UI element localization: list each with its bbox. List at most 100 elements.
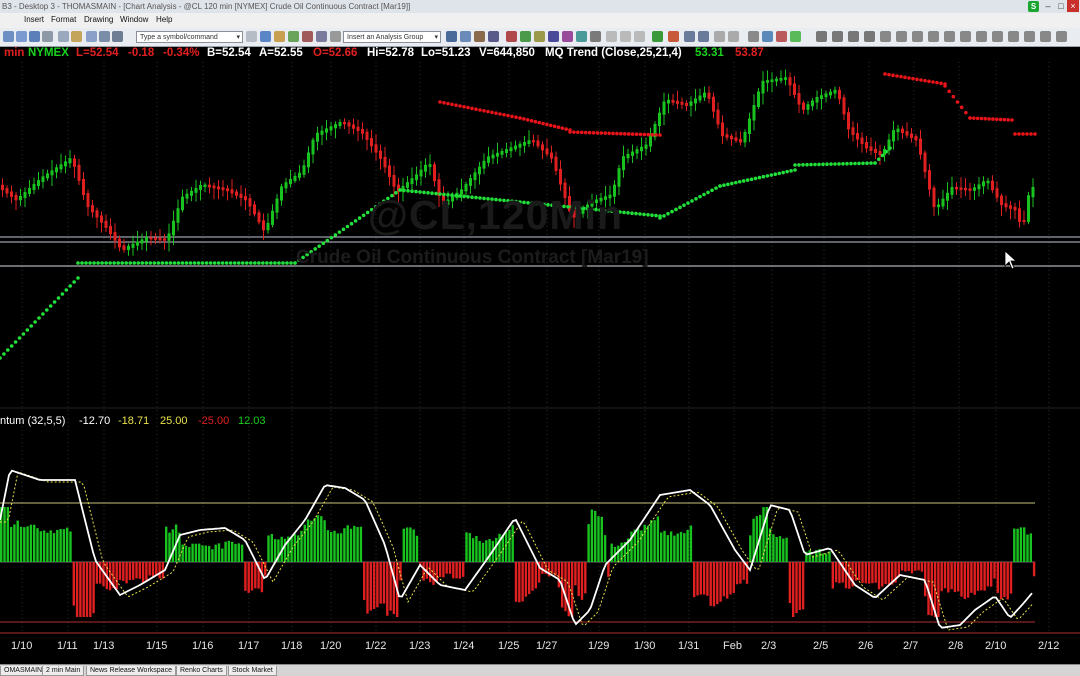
histogram-bar-down <box>115 562 118 590</box>
histogram-bar-up <box>471 538 475 562</box>
trend-dot-up <box>801 163 805 167</box>
candle-body <box>280 186 283 201</box>
histogram-bar-up <box>56 529 59 562</box>
candle-body <box>860 137 864 144</box>
histogram-bar-up <box>303 524 306 562</box>
histogram-bar-down <box>521 562 524 602</box>
candle-body <box>806 104 810 110</box>
candle-body <box>176 208 180 223</box>
histogram-bar-up <box>42 530 46 562</box>
candle-body <box>811 100 814 107</box>
trend-dot-up <box>37 316 41 320</box>
histogram-bar-down <box>864 562 867 584</box>
trend-dot-up <box>0 356 2 360</box>
trend-dot-up <box>341 227 346 232</box>
histogram-bar-up <box>468 533 471 562</box>
trend-dot-down <box>983 116 988 121</box>
trend-dot-down <box>599 131 604 135</box>
histogram-bar-up <box>405 527 409 562</box>
candle-body <box>329 126 333 131</box>
trend-dot-down <box>579 130 584 135</box>
candle-body <box>667 99 670 104</box>
histogram-bar-down <box>158 562 161 579</box>
trend-dot-up <box>884 149 889 154</box>
trend-dot-up <box>192 261 197 265</box>
trend-dot-up <box>630 211 634 215</box>
trend-dot-down <box>470 106 474 111</box>
candle-body <box>109 225 112 235</box>
histogram-bar-down <box>914 562 917 571</box>
trend-dot-up <box>52 300 57 304</box>
histogram-bar-up <box>214 544 217 562</box>
trend-dot-down <box>979 116 984 121</box>
candle-body <box>905 131 909 136</box>
indicator-value-1: 53.31 <box>695 47 724 59</box>
histogram-bar-down <box>881 562 884 587</box>
trend-dot-down <box>478 108 482 112</box>
trend-dot-down <box>987 117 991 121</box>
histogram-bar-down <box>442 562 445 578</box>
histogram-bar-up <box>231 541 234 562</box>
trend-dot-up <box>108 261 112 265</box>
candle-body <box>523 142 526 146</box>
histogram-bar-down <box>118 562 122 581</box>
histogram-bar-down <box>1009 562 1013 594</box>
date-label: 1/31 <box>678 640 700 652</box>
trend-dot-up <box>220 261 225 265</box>
trend-dot-down <box>494 111 498 115</box>
candle-body <box>694 98 697 104</box>
histogram-bar-down <box>82 562 85 617</box>
histogram-bar-down <box>122 562 125 581</box>
trend-dot-up <box>638 212 642 216</box>
candle-body <box>689 101 693 106</box>
trend-dot-down <box>919 78 923 82</box>
histogram-bar-down <box>844 562 848 589</box>
trend-dot-up <box>244 261 249 265</box>
histogram-bar-up <box>221 548 224 562</box>
trend-dot-up <box>92 261 96 265</box>
trend-dot-up <box>240 261 245 265</box>
trend-dot-up <box>345 224 350 229</box>
candle-body <box>820 95 823 99</box>
candle-body <box>208 184 211 188</box>
trend-dot-up <box>733 180 738 185</box>
trend-dot-up <box>753 176 758 181</box>
bid-price: B=52.54 <box>207 47 251 59</box>
trend-dot-up <box>813 162 817 167</box>
trend-dot-down <box>587 130 592 135</box>
candle-body <box>644 144 648 149</box>
candle-body <box>113 232 117 241</box>
candle-body <box>757 91 760 107</box>
trend-dot-down <box>915 77 919 82</box>
histogram-bar-up <box>270 534 273 562</box>
candle-body <box>212 185 216 189</box>
candle-body <box>172 220 175 236</box>
candle-body <box>617 168 621 187</box>
histogram-bar-up <box>600 516 603 562</box>
histogram-bar-down <box>722 562 726 597</box>
trend-dot-up <box>873 161 877 165</box>
trend-dot-down <box>895 74 899 78</box>
trend-dot-up <box>706 190 710 195</box>
candle-body <box>118 238 121 248</box>
trend-dot-down <box>968 116 972 120</box>
histogram-bar-down <box>141 562 145 583</box>
trend-dot-up <box>116 261 120 265</box>
histogram-bar-down <box>930 562 933 616</box>
candle-body <box>752 105 756 121</box>
trend-dot-down <box>583 130 588 135</box>
trend-dot-down <box>658 133 662 137</box>
histogram-bar-up <box>481 542 485 562</box>
trend-dot-up <box>160 261 165 265</box>
trend-dot-up <box>84 261 88 265</box>
candle-body <box>424 164 427 172</box>
histogram-bar-down <box>986 562 990 587</box>
trend-dot-down <box>518 116 522 120</box>
date-label: 2/3 <box>761 640 777 652</box>
histogram-bar-up <box>66 527 69 562</box>
histogram-bar-up <box>46 532 49 562</box>
histogram-bar-up <box>511 525 514 562</box>
histogram-bar-up <box>778 536 782 562</box>
histogram-bar-up <box>465 532 468 562</box>
price-chart[interactable] <box>0 0 1080 675</box>
